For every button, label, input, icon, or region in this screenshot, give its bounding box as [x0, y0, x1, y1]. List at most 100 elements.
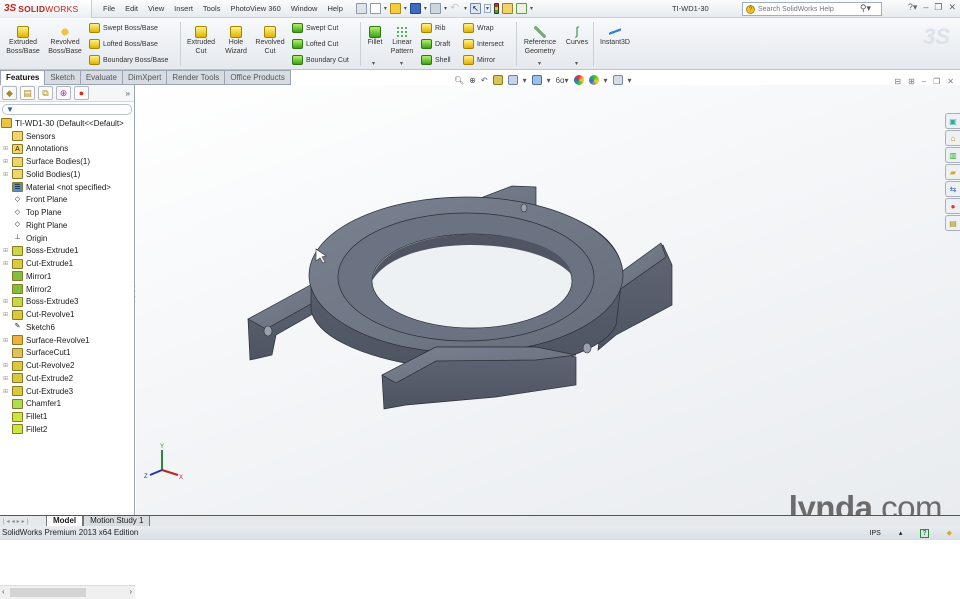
rib-button[interactable]: Rib	[421, 23, 446, 33]
lofted-cut-button[interactable]: Lofted Cut	[292, 39, 338, 49]
tree-item[interactable]: ⊞ Cut-Extrude1	[0, 257, 134, 270]
view-orientation-dropdown-icon[interactable]: ▾	[523, 76, 527, 85]
tree-item[interactable]: ⊞ Surface-Revolve1	[0, 334, 134, 347]
tree-item[interactable]: ⊞ Cut-Revolve2	[0, 359, 134, 372]
intersect-button[interactable]: Intersect	[463, 39, 504, 49]
tree-item[interactable]: ✎ Sketch6	[0, 321, 134, 334]
view-palette-icon[interactable]: ⇆	[945, 181, 960, 197]
menu-insert[interactable]: Insert	[169, 4, 198, 13]
tree-item[interactable]: ⊞ Solid Bodies(1)	[0, 168, 134, 181]
tree-item[interactable]: ◇ Front Plane	[0, 194, 134, 207]
revolved-boss-button[interactable]: Revolved Boss/Base	[46, 24, 84, 56]
configuration-manager-tab-icon[interactable]: ⧉	[38, 86, 53, 100]
open-dropdown-icon[interactable]: ▾	[404, 5, 407, 12]
print-dropdown-icon[interactable]: ▾	[444, 5, 447, 12]
file-explorer-icon[interactable]: ▥	[945, 147, 960, 163]
tree-item[interactable]: Sensors	[0, 130, 134, 143]
display-style-icon[interactable]	[531, 75, 542, 85]
open-folder-icon[interactable]: ▰	[945, 164, 960, 180]
undo-icon[interactable]: ↶	[450, 3, 461, 14]
new-document-icon[interactable]	[369, 3, 381, 14]
revolved-cut-button[interactable]: Revolved Cut	[252, 24, 288, 56]
help-search-box[interactable]: ? Search SolidWorks Help ⚲▾	[742, 2, 882, 16]
tree-item[interactable]: ☰ Material <not specified>	[0, 181, 134, 194]
units-selector[interactable]: IPS	[870, 530, 881, 537]
tree-item[interactable]: ⊞ Cut-Extrude3	[0, 385, 134, 398]
new-dropdown-icon[interactable]: ▾	[384, 5, 387, 12]
menu-view[interactable]: View	[143, 4, 169, 13]
appearances-scenes-icon[interactable]: ●	[945, 198, 960, 214]
expand-icon[interactable]: ⊞	[2, 247, 9, 254]
expand-icon[interactable]: ⊞	[2, 145, 9, 152]
apply-scene-icon[interactable]	[588, 75, 599, 85]
tree-item[interactable]: Fillet1	[0, 410, 134, 423]
options-dropdown-icon[interactable]: ▾	[530, 5, 533, 12]
tags-icon[interactable]: ◆	[947, 529, 952, 537]
save-icon[interactable]	[409, 3, 421, 14]
boundary-boss-button[interactable]: Boundary Boss/Base	[89, 55, 168, 65]
scrollbar-thumb[interactable]	[10, 588, 86, 597]
boundary-cut-button[interactable]: Boundary Cut	[292, 55, 349, 65]
expand-icon[interactable]: ⊞	[2, 298, 9, 305]
expand-icon[interactable]: ⊞	[2, 158, 9, 165]
menu-tools[interactable]: Tools	[198, 4, 226, 13]
expand-icon[interactable]: ⊞	[2, 260, 9, 267]
expand-icon[interactable]: ⊞	[2, 388, 9, 395]
tree-item[interactable]: ⊞ A Annotations	[0, 143, 134, 156]
solidworks-resources-icon[interactable]: ▣	[945, 113, 960, 129]
menu-edit[interactable]: Edit	[120, 4, 143, 13]
scroll-right-icon[interactable]: ›	[129, 587, 132, 596]
edit-appearance-icon[interactable]	[573, 75, 584, 85]
tree-item[interactable]: ◇ Top Plane	[0, 206, 134, 219]
reference-geometry-button[interactable]: Reference Geometry	[518, 24, 562, 56]
tree-item[interactable]: SurfaceCut1	[0, 347, 134, 360]
mirror-button[interactable]: Mirror	[463, 55, 495, 65]
expand-icon[interactable]: ⊞	[2, 337, 9, 344]
reference-geometry-dropdown-icon[interactable]: ▾	[538, 60, 541, 67]
scene-dropdown-icon[interactable]: ▾	[604, 76, 608, 85]
wrap-button[interactable]: Wrap	[463, 23, 494, 33]
rebuild-traffic-light-icon[interactable]	[493, 3, 499, 14]
menu-file[interactable]: File	[98, 4, 120, 13]
select-cursor-icon[interactable]: ↖	[469, 3, 481, 14]
view-settings-dropdown-icon[interactable]: ▾	[628, 76, 632, 85]
feature-manager-tab-icon[interactable]: ◆	[2, 86, 17, 100]
search-icon[interactable]: ⚲▾	[860, 3, 871, 14]
tree-root-part[interactable]: TI-WD1-30 (Default<<Default>	[0, 117, 134, 130]
display-manager-tab-icon[interactable]: ●	[74, 86, 89, 100]
design-library-icon[interactable]: ⌂	[945, 130, 960, 146]
solidworks-logo[interactable]: 3S SOLIDWORKS	[0, 0, 92, 18]
graphics-area[interactable]: 🔍︎ ⊕ ↶ ▾ ▾ 6ɑ▾ ▾ ▾ ⊟ ⊞ ‒ ❐ ✕ ▣ ⌂ ▥ ▰ ⇆ ●…	[136, 75, 960, 526]
section-view-icon[interactable]	[492, 75, 503, 85]
scroll-left-icon[interactable]: ‹	[2, 587, 5, 596]
search-input[interactable]: Search SolidWorks Help	[758, 6, 834, 13]
tree-item[interactable]: ⊥ Origin	[0, 232, 134, 245]
tree-item[interactable]: ⊞ Surface Bodies(1)	[0, 155, 134, 168]
undo-dropdown-icon[interactable]: ▾	[464, 5, 467, 12]
quick-tips-icon[interactable]: ?	[920, 528, 929, 538]
tree-item[interactable]: Mirror1	[0, 270, 134, 283]
expand-icon[interactable]: ⊞	[2, 375, 9, 382]
expand-icon[interactable]: ⊞	[2, 171, 9, 178]
menu-window[interactable]: Window	[286, 4, 323, 13]
tab-render-tools[interactable]: Render Tools	[167, 70, 226, 85]
property-manager-tab-icon[interactable]: ▤	[20, 86, 35, 100]
expand-icon[interactable]: ⊞	[2, 362, 9, 369]
custom-properties-icon[interactable]: ▤	[945, 215, 960, 231]
menu-photoview[interactable]: PhotoView 360	[225, 4, 285, 13]
file-properties-icon[interactable]	[501, 3, 513, 14]
tab-features[interactable]: Features	[0, 70, 46, 85]
select-dropdown-icon[interactable]: ▾	[483, 4, 491, 13]
curves-dropdown-icon[interactable]: ▾	[575, 60, 578, 67]
tree-item[interactable]: Fillet2	[0, 423, 134, 436]
view-settings-icon[interactable]	[612, 75, 623, 85]
help-dropdown-icon[interactable]: ?▾	[908, 2, 918, 13]
tab-dimxpert[interactable]: DimXpert	[122, 70, 168, 85]
tab-navigation-arrows[interactable]: |◂◂▸▸|	[0, 518, 46, 525]
zoom-to-area-icon[interactable]: ⊕	[469, 76, 476, 85]
units-dropdown-icon[interactable]: ▴	[899, 529, 903, 537]
view-orientation-icon[interactable]	[507, 75, 518, 85]
extruded-cut-button[interactable]: Extruded Cut	[182, 24, 220, 56]
tab-motion-study-1[interactable]: Motion Study 1	[83, 515, 151, 527]
tree-horizontal-scrollbar[interactable]: ‹ ›	[0, 585, 135, 599]
